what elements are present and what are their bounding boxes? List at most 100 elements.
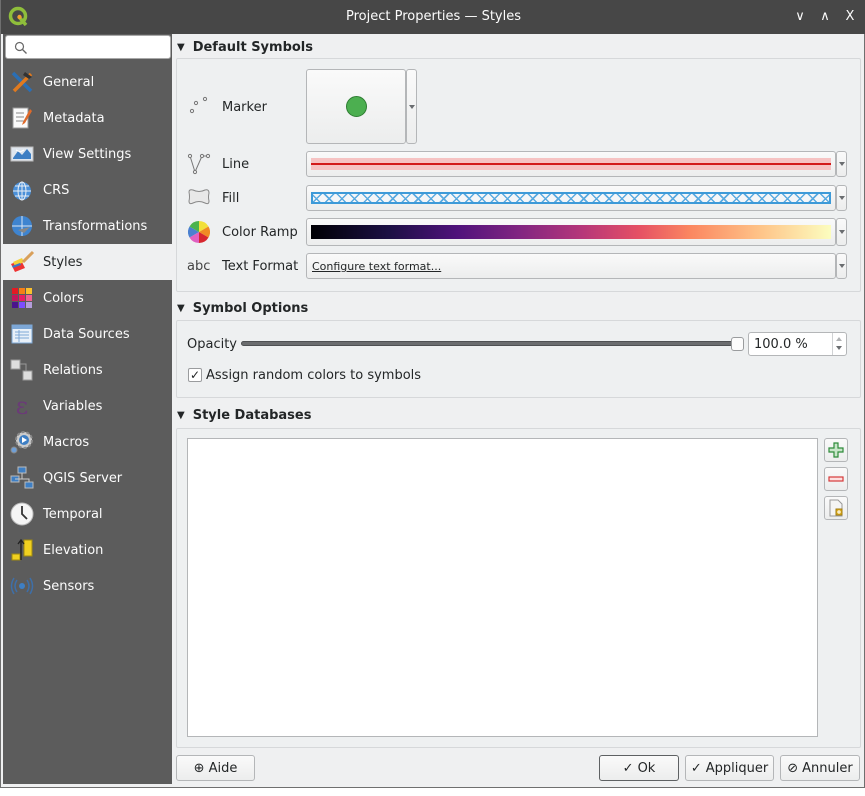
sidebar-item-metadata[interactable]: Metadata xyxy=(3,100,172,136)
ok-button[interactable]: ✓ Ok xyxy=(599,755,679,781)
sensors-signal-icon xyxy=(9,573,35,599)
maximize-button[interactable]: ∧ xyxy=(816,8,834,26)
opacity-value: 100.0 % xyxy=(754,337,808,352)
opacity-spinbox[interactable]: 100.0 % xyxy=(748,332,847,356)
sidebar-item-sensors[interactable]: Sensors xyxy=(3,568,172,604)
random-colors-checkbox[interactable]: ✓ xyxy=(188,368,202,382)
sidebar-item-view-settings[interactable]: View Settings xyxy=(3,136,172,172)
line-symbol-button[interactable] xyxy=(306,151,836,177)
qgis-server-network-icon xyxy=(9,465,35,491)
sidebar-item-data-sources[interactable]: Data Sources xyxy=(3,316,172,352)
marker-dropdown-button[interactable] xyxy=(406,69,417,144)
fill-symbol-button[interactable] xyxy=(306,185,836,211)
style-databases-header[interactable]: ▼ Style Databases xyxy=(177,404,311,426)
color-ramp-wheel-icon xyxy=(188,221,210,243)
marker-symbol-button[interactable] xyxy=(306,69,406,144)
sidebar-item-label: Macros xyxy=(43,435,89,450)
search-icon xyxy=(14,41,28,55)
sidebar-item-elevation[interactable]: Elevation xyxy=(3,532,172,568)
collapse-triangle-icon: ▼ xyxy=(177,410,185,421)
elevation-icon xyxy=(9,537,35,563)
style-databases-list[interactable] xyxy=(187,438,818,737)
view-settings-map-icon xyxy=(9,141,35,167)
help-lifebuoy-icon: ⊕ xyxy=(194,761,205,776)
sidebar-item-label: Metadata xyxy=(43,111,105,126)
configure-text-format-button[interactable]: Configure text format... xyxy=(306,253,836,279)
remove-style-database-button[interactable] xyxy=(824,467,848,491)
general-tools-icon xyxy=(9,69,35,95)
add-style-database-button[interactable] xyxy=(824,438,848,462)
marker-points-icon xyxy=(188,95,210,117)
macros-gear-play-icon xyxy=(9,429,35,455)
sidebar-item-label: Elevation xyxy=(43,543,103,558)
opacity-slider-handle[interactable] xyxy=(731,337,744,351)
apply-button[interactable]: ✓ Appliquer xyxy=(685,755,774,781)
line-dropdown-button[interactable] xyxy=(836,151,847,177)
sidebar-item-label: Colors xyxy=(43,291,84,306)
default-symbols-header[interactable]: ▼ Default Symbols xyxy=(177,36,313,58)
sidebar-item-label: General xyxy=(43,75,94,90)
check-icon: ✓ xyxy=(623,761,634,776)
plus-icon xyxy=(828,442,844,458)
cancel-button[interactable]: ⊘ Annuler xyxy=(780,755,860,781)
sidebar-item-label: Styles xyxy=(43,255,82,270)
text-format-abc-icon: abc xyxy=(187,259,210,274)
color-ramp-preview xyxy=(311,225,831,239)
close-button[interactable]: X xyxy=(841,8,859,26)
sidebar-item-crs[interactable]: CRS xyxy=(3,172,172,208)
sidebar-item-colors[interactable]: Colors xyxy=(3,280,172,316)
sidebar-item-variables[interactable]: ε Variables xyxy=(3,388,172,424)
marker-label: Marker xyxy=(222,100,267,115)
help-button[interactable]: ⊕ Aide xyxy=(176,755,255,781)
sidebar-item-styles[interactable]: Styles xyxy=(3,244,172,280)
crs-globe-icon xyxy=(9,177,35,203)
minimize-button[interactable]: ∨ xyxy=(791,8,809,26)
fill-dropdown-button[interactable] xyxy=(836,185,847,211)
sidebar-search-input[interactable] xyxy=(5,35,171,59)
sidebar-item-label: View Settings xyxy=(43,147,131,162)
sidebar-item-label: Relations xyxy=(43,363,103,378)
opacity-label: Opacity xyxy=(187,337,237,352)
collapse-triangle-icon: ▼ xyxy=(177,42,185,53)
opacity-slider-track[interactable] xyxy=(241,341,741,346)
fill-preview xyxy=(311,192,831,204)
fill-shape-icon xyxy=(187,188,211,206)
text-format-dropdown-button[interactable] xyxy=(836,253,847,279)
line-icon xyxy=(187,152,211,176)
opacity-spin-arrows[interactable] xyxy=(832,333,846,355)
line-preview xyxy=(311,158,831,170)
random-colors-label: Assign random colors to symbols xyxy=(206,368,421,383)
new-file-icon xyxy=(828,499,844,517)
sidebar-item-label: CRS xyxy=(43,183,69,198)
sidebar-item-label: QGIS Server xyxy=(43,471,122,486)
text-format-label: Text Format xyxy=(222,259,298,274)
variables-epsilon-icon: ε xyxy=(9,393,35,419)
project-properties-window: Project Properties — Styles ∨ ∧ X Genera… xyxy=(0,0,865,788)
metadata-document-icon xyxy=(9,105,35,131)
data-sources-table-icon xyxy=(9,321,35,347)
colors-palette-icon xyxy=(9,285,35,311)
color-ramp-dropdown-button[interactable] xyxy=(836,218,847,246)
sidebar-item-label: Data Sources xyxy=(43,327,130,342)
marker-preview xyxy=(346,96,367,117)
check-icon: ✓ xyxy=(691,761,702,776)
sidebar-item-label: Variables xyxy=(43,399,102,414)
collapse-triangle-icon: ▼ xyxy=(177,303,185,314)
cancel-circle-icon: ⊘ xyxy=(787,761,798,776)
symbol-options-header[interactable]: ▼ Symbol Options xyxy=(177,297,308,319)
sidebar-item-qgis-server[interactable]: QGIS Server xyxy=(3,460,172,496)
sidebar-item-relations[interactable]: Relations xyxy=(3,352,172,388)
temporal-clock-icon xyxy=(9,501,35,527)
sidebar-item-general[interactable]: General xyxy=(3,64,172,100)
color-ramp-button[interactable] xyxy=(306,218,836,246)
sidebar-item-transformations[interactable]: Transformations xyxy=(3,208,172,244)
minus-icon xyxy=(828,471,844,487)
sidebar-item-macros[interactable]: Macros xyxy=(3,424,172,460)
sidebar: General Metadata View Settings CRS Trans… xyxy=(3,34,172,784)
color-ramp-label: Color Ramp xyxy=(222,225,298,240)
transformations-globe-icon xyxy=(9,213,35,239)
window-title: Project Properties — Styles xyxy=(1,9,865,24)
relations-tables-icon xyxy=(9,357,35,383)
new-style-database-button[interactable] xyxy=(824,496,848,520)
sidebar-item-temporal[interactable]: Temporal xyxy=(3,496,172,532)
